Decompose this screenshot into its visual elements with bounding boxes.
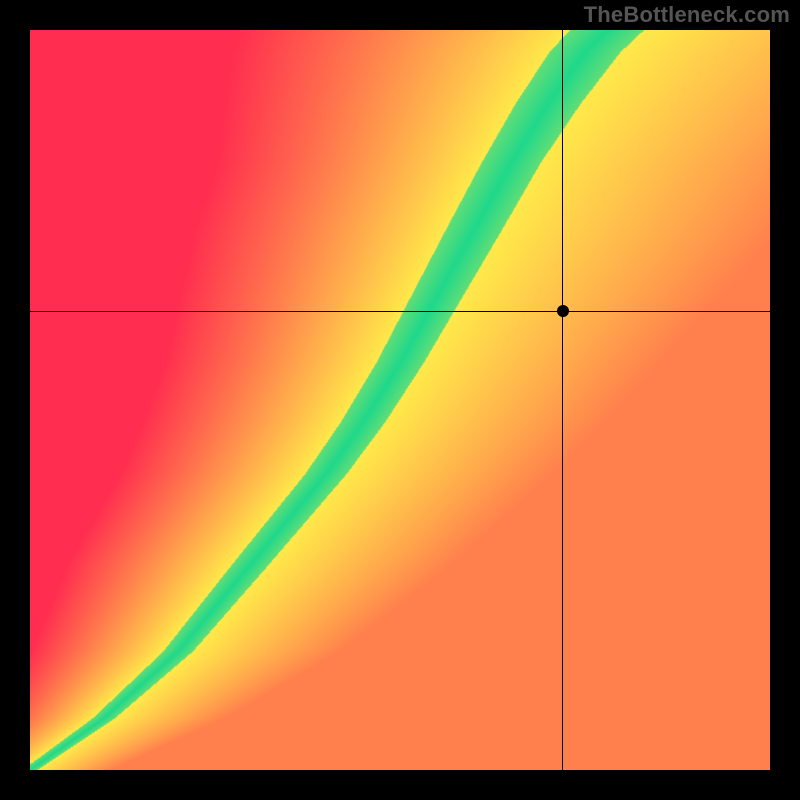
attribution-label: TheBottleneck.com	[584, 2, 790, 28]
crosshair-horizontal	[30, 311, 770, 312]
crosshair-vertical	[562, 30, 563, 770]
bottleneck-heatmap	[30, 30, 770, 770]
chart-container: TheBottleneck.com	[0, 0, 800, 800]
selection-marker	[557, 305, 569, 317]
